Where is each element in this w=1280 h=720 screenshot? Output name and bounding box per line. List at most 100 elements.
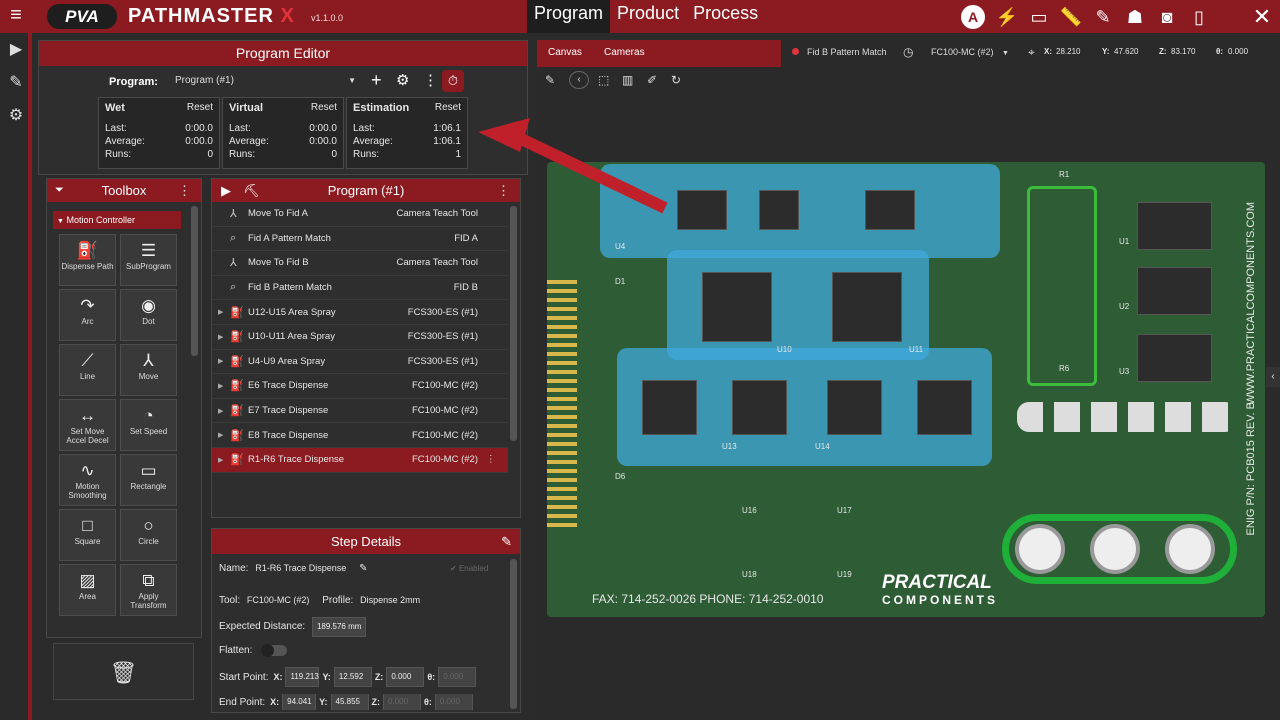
step-tool: FCS300-ES (#1) <box>407 306 478 318</box>
pen-icon[interactable]: ✎ <box>1091 5 1115 29</box>
reset-button[interactable]: Reset <box>187 102 213 114</box>
ruler-icon[interactable]: 📏 <box>1059 5 1083 29</box>
expand-caret-icon[interactable]: ▶ <box>218 456 230 464</box>
start-theta-field[interactable]: 0.000 <box>438 667 477 687</box>
robot-icon[interactable]: ☗ <box>1123 5 1147 29</box>
pcb-board-image[interactable]: FAX: 714-252-0026 PHONE: 714-252-0010 PR… <box>547 162 1265 617</box>
label-u14: U14 <box>815 442 830 451</box>
expand-caret-icon[interactable]: ▶ <box>218 382 230 390</box>
program-step-row[interactable]: ⅄ Move To Fid A Camera Teach Tool <box>212 202 508 227</box>
path-icon[interactable]: ⛏ <box>243 179 260 202</box>
tab-program[interactable]: Program <box>527 0 611 33</box>
name-value[interactable]: R1-R6 Trace Dispense <box>255 563 346 573</box>
note-icon[interactable]: ▭ <box>1027 5 1051 29</box>
add-icon[interactable]: + <box>371 70 382 91</box>
step-scrollbar[interactable] <box>510 559 517 709</box>
start-y-field[interactable]: 12.592 <box>333 667 372 687</box>
tool-square[interactable]: □ Square <box>59 509 116 561</box>
program-step-row[interactable]: ▶ ⛽ U10-U11 Area Spray FCS300-ES (#1) <box>212 325 508 350</box>
expand-right-icon[interactable]: ‹ <box>1266 367 1280 387</box>
tab-canvas[interactable]: Canvas <box>548 47 582 58</box>
program-step-row[interactable]: ▶ ⛽ E6 Trace Dispense FC100-MC (#2) <box>212 374 508 399</box>
row-more-icon[interactable]: ⋮ <box>486 454 496 465</box>
tool-select[interactable]: FC100-MC (#2) ▼ <box>931 47 1009 57</box>
program-select[interactable]: Program (#1) ▼ <box>170 72 360 90</box>
tool-rectangle[interactable]: ▭ Rectangle <box>120 454 177 506</box>
tool-label: Line <box>79 372 96 381</box>
end-z-field[interactable]: 0.000 <box>383 694 421 710</box>
editor-icon[interactable]: ✎ <box>6 73 26 93</box>
tool-area[interactable]: ▨ Area <box>59 564 116 616</box>
expand-caret-icon[interactable]: ▶ <box>218 357 230 365</box>
phone-icon[interactable]: ▯ <box>1187 5 1211 29</box>
tool-line[interactable]: ⟋ Line <box>59 344 116 396</box>
tool-accel[interactable]: ↔ Set Move Accel Decel <box>59 399 116 451</box>
tool-dispense-path[interactable]: ⛽ Dispense Path <box>59 234 116 286</box>
stat-label: Runs: <box>105 149 132 160</box>
close-icon[interactable]: ✕ <box>1250 5 1274 29</box>
edit-pen-icon[interactable]: ✎ <box>501 529 512 554</box>
section-motion-controller[interactable]: ▼ Motion Controller <box>53 211 181 229</box>
user-badge-a-icon[interactable]: A <box>961 5 985 29</box>
arrow-shaft <box>512 130 668 214</box>
tab-process[interactable]: Process <box>686 0 765 33</box>
program-step-row[interactable]: ▶ ⛽ U4-U9 Area Spray FCS300-ES (#1) <box>212 350 508 375</box>
more-icon[interactable]: ⋮ <box>423 71 438 89</box>
camera-icon[interactable]: ◙ <box>1155 5 1179 29</box>
end-y-field[interactable]: 45.855 <box>330 694 369 710</box>
program-scrollbar[interactable] <box>510 206 517 441</box>
program-step-row[interactable]: ▶ ⛽ R1-R6 Trace Dispense FC100-MC (#2) ⋮ <box>212 447 508 473</box>
end-theta-field[interactable]: 0.000 <box>434 694 473 710</box>
expand-caret-icon[interactable]: ▶ <box>218 407 230 415</box>
program-step-row[interactable]: ⅄ Move To Fid B Camera Teach Tool <box>212 251 508 276</box>
program-step-row[interactable]: ▶ ⛽ E8 Trace Dispense FC100-MC (#2) <box>212 423 508 448</box>
brush-icon[interactable]: ✐ <box>647 73 657 87</box>
start-x-field[interactable]: 119.213 <box>285 667 320 687</box>
tool-circle[interactable]: ○ Circle <box>120 509 177 561</box>
profile-value[interactable]: Dispense 2mm <box>360 595 420 605</box>
tool-move[interactable]: ⅄ Move <box>120 344 177 396</box>
run-icon[interactable]: ▶ <box>221 179 231 202</box>
lightning-icon[interactable]: ⚡ <box>995 5 1019 29</box>
tool-speed[interactable]: ◔ Set Speed <box>120 399 177 451</box>
distance-label: Expected Distance: <box>219 621 306 632</box>
play-icon[interactable]: ▶ <box>6 40 26 60</box>
program-step-row[interactable]: ⌕ Fid B Pattern Match FID B <box>212 276 508 301</box>
settings-icon[interactable]: ⚙ <box>396 71 409 89</box>
end-x-field[interactable]: 94.041 <box>282 694 317 710</box>
start-z-field[interactable]: 0.000 <box>386 667 425 687</box>
back-icon[interactable]: ‹ <box>569 71 589 89</box>
map-icon[interactable]: ▥ <box>622 73 633 87</box>
flatten-toggle[interactable] <box>261 644 288 657</box>
toolbox-scrollbar[interactable] <box>191 206 198 356</box>
timer-icon[interactable]: ⏱ <box>442 70 464 92</box>
tool-dot[interactable]: ◉ Dot <box>120 289 177 341</box>
tool-label: Motion Smoothing <box>68 482 107 500</box>
rename-icon[interactable]: ✎ <box>359 563 367 574</box>
pencil-icon[interactable]: ✎ <box>545 73 555 87</box>
expand-caret-icon[interactable]: ▶ <box>218 333 230 341</box>
gear-icon[interactable]: ⚙ <box>6 106 26 126</box>
expand-caret-icon[interactable]: ▶ <box>218 308 230 316</box>
tool-transform[interactable]: ⧉ Apply Transform <box>120 564 177 616</box>
stat-title: Estimation <box>353 102 410 114</box>
menu-icon[interactable]: ≡ <box>6 5 26 26</box>
expand-caret-icon[interactable]: ▶ <box>218 431 230 439</box>
trash-button[interactable]: 🗑 <box>53 643 194 700</box>
tool-smoothing[interactable]: ∿ Motion Smoothing <box>59 454 116 506</box>
reset-button[interactable]: Reset <box>311 102 337 114</box>
select-icon[interactable]: ⬚ <box>598 73 609 87</box>
tool-arc[interactable]: ↷ Arc <box>59 289 116 341</box>
filter-icon[interactable]: ⏷ <box>55 179 64 202</box>
toolbox-more-icon[interactable]: ⋮ <box>178 179 191 202</box>
enabled-checkbox[interactable]: ✔ Enabled <box>450 564 488 573</box>
tab-product[interactable]: Product <box>610 0 686 33</box>
program-step-row[interactable]: ▶ ⛽ E7 Trace Dispense FC100-MC (#2) <box>212 399 508 424</box>
refresh-icon[interactable]: ↻ <box>671 73 681 87</box>
tool-subprogram[interactable]: ☰ SubProgram <box>120 234 177 286</box>
pcb-brand-sub: COMPONENTS <box>882 593 999 607</box>
program-step-row[interactable]: ▶ ⛽ U12-U15 Area Spray FCS300-ES (#1) <box>212 300 508 325</box>
reset-button[interactable]: Reset <box>435 102 461 114</box>
program-step-row[interactable]: ⌕ Fid A Pattern Match FID A <box>212 227 508 252</box>
tab-cameras[interactable]: Cameras <box>604 47 645 58</box>
